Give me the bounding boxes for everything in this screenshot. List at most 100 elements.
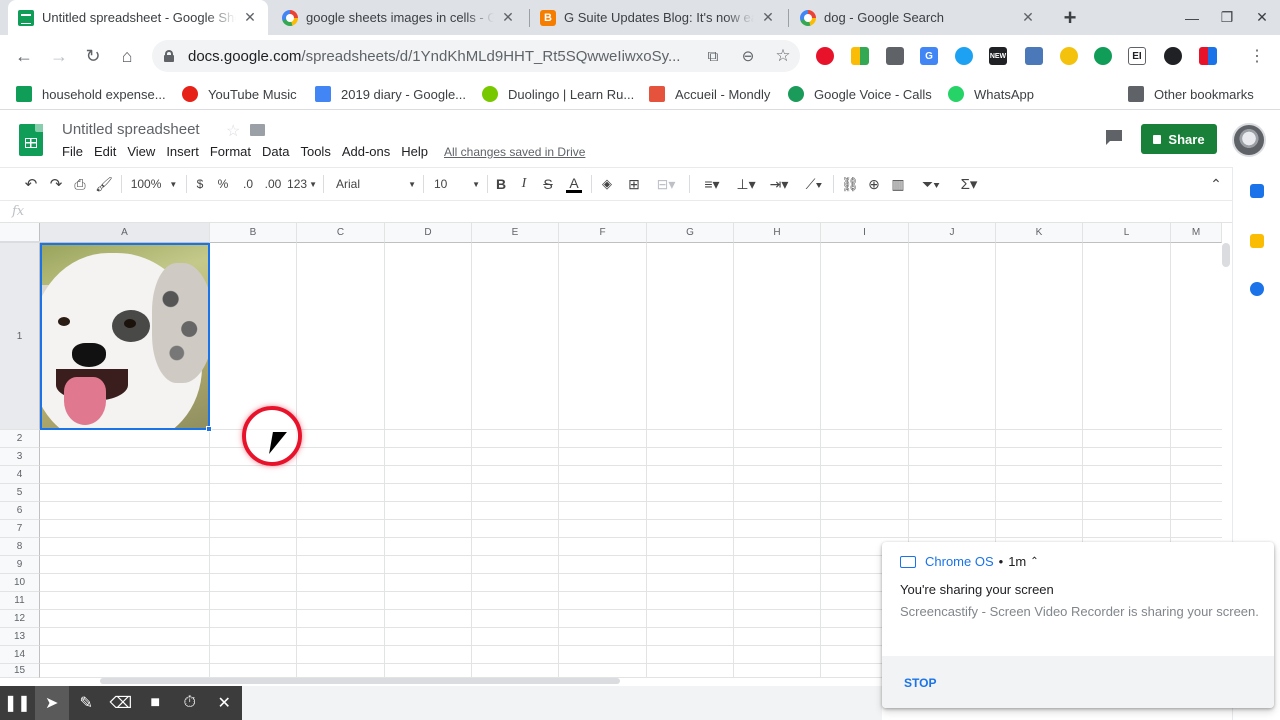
- merge-cells-icon[interactable]: ⊟▾: [652, 175, 680, 193]
- image-extension-icon[interactable]: [1025, 47, 1043, 65]
- tab-dog-search[interactable]: dog - Google Search ✕: [790, 0, 1046, 35]
- currency-button[interactable]: $: [193, 175, 207, 193]
- column-header-f[interactable]: F: [559, 223, 647, 243]
- move-to-folder-icon[interactable]: [250, 124, 265, 136]
- row-header-4[interactable]: 4: [0, 466, 40, 484]
- stop-button[interactable]: STOP: [904, 676, 936, 690]
- row-header-8[interactable]: 8: [0, 538, 40, 556]
- close-tab-icon[interactable]: ✕: [1020, 9, 1036, 26]
- pause-icon[interactable]: ❚❚: [0, 686, 35, 720]
- undo-icon[interactable]: ↶: [22, 175, 40, 193]
- percent-button[interactable]: %: [216, 175, 230, 193]
- calendar-icon[interactable]: [1250, 184, 1264, 198]
- print-icon[interactable]: ⎙: [71, 175, 89, 193]
- selected-cell-a1[interactable]: [40, 243, 210, 430]
- row-header-11[interactable]: 11: [0, 592, 40, 610]
- bookmark-duolingo[interactable]: Duolingo | Learn Ru...: [482, 84, 634, 104]
- fill-handle[interactable]: [206, 426, 212, 432]
- insert-chart-icon[interactable]: ▥: [890, 175, 906, 193]
- bookmark-youtube-music[interactable]: YouTube Music: [182, 84, 297, 104]
- bookmark-whatsapp[interactable]: WhatsApp: [948, 84, 1034, 104]
- row-header-15[interactable]: 15: [0, 664, 40, 678]
- formula-bar[interactable]: [0, 201, 1232, 223]
- keep-extension-icon[interactable]: [886, 47, 904, 65]
- column-header-c[interactable]: C: [297, 223, 385, 243]
- vertical-scrollbar[interactable]: [1222, 243, 1230, 267]
- column-header-k[interactable]: K: [996, 223, 1083, 243]
- column-header-g[interactable]: G: [647, 223, 734, 243]
- insert-comment-icon[interactable]: ⊕: [866, 175, 882, 193]
- menu-view[interactable]: View: [127, 144, 155, 159]
- restore-button[interactable]: ❐: [1209, 0, 1245, 35]
- font-select[interactable]: Arial ▼: [336, 175, 416, 193]
- mondly-extension-icon[interactable]: [1199, 47, 1217, 65]
- close-icon[interactable]: ✕: [207, 686, 242, 720]
- sheets-logo-icon[interactable]: [19, 124, 43, 156]
- row-header-10[interactable]: 10: [0, 574, 40, 592]
- menu-addons[interactable]: Add-ons: [342, 144, 390, 159]
- green-extension-icon[interactable]: [1094, 47, 1112, 65]
- collapse-toolbar-icon[interactable]: ⌃: [1207, 175, 1225, 193]
- italic-button[interactable]: I: [517, 175, 531, 193]
- column-header-i[interactable]: I: [821, 223, 909, 243]
- translate-extension-icon[interactable]: G: [920, 47, 938, 65]
- timer-icon[interactable]: ⏱: [173, 686, 208, 720]
- menu-help[interactable]: Help: [401, 144, 428, 159]
- new-tab-button[interactable]: +: [1052, 0, 1088, 35]
- strikethrough-button[interactable]: S: [541, 175, 555, 193]
- fill-color-icon[interactable]: ◈: [599, 175, 615, 193]
- row-header-14[interactable]: 14: [0, 646, 40, 664]
- screencastify-extension-icon[interactable]: [816, 47, 834, 65]
- bookmark-household-expenses[interactable]: household expense...: [16, 84, 166, 104]
- zoom-icon[interactable]: ⊖: [738, 46, 758, 66]
- bookmark-2019-diary[interactable]: 2019 diary - Google...: [315, 84, 466, 104]
- decrease-decimal-button[interactable]: .0: [239, 175, 257, 193]
- row-header-7[interactable]: 7: [0, 520, 40, 538]
- filter-icon[interactable]: ⏷▾: [916, 175, 946, 193]
- bookmark-google-voice[interactable]: Google Voice - Calls: [788, 84, 932, 104]
- zoom-select[interactable]: 100% ▼: [128, 175, 180, 193]
- column-header-m[interactable]: M: [1171, 223, 1222, 243]
- horizontal-scrollbar[interactable]: [100, 678, 620, 684]
- menu-format[interactable]: Format: [210, 144, 251, 159]
- home-button[interactable]: ⌂: [112, 41, 142, 71]
- row-header-13[interactable]: 13: [0, 628, 40, 646]
- open-in-new-icon[interactable]: ⧉: [703, 46, 723, 66]
- close-tab-icon[interactable]: ✕: [760, 9, 776, 26]
- bookmark-star-icon[interactable]: ☆: [773, 46, 793, 66]
- tab-gsuite-blog[interactable]: B G Suite Updates Blog: It's now easier …: [530, 0, 786, 35]
- new-extension-icon[interactable]: NEW: [989, 47, 1007, 65]
- pen-tool-icon[interactable]: ✎: [69, 686, 104, 720]
- increase-decimal-button[interactable]: .00: [263, 175, 283, 193]
- back-button[interactable]: ←: [9, 41, 39, 71]
- twitter-extension-icon[interactable]: [955, 47, 973, 65]
- fish-extension-icon[interactable]: [1164, 47, 1182, 65]
- minimize-button[interactable]: —: [1174, 0, 1210, 35]
- share-button[interactable]: Share: [1141, 124, 1217, 154]
- close-window-button[interactable]: ✕: [1244, 0, 1280, 35]
- bookmark-mondly[interactable]: Accueil - Mondly: [649, 84, 770, 104]
- chevron-up-icon[interactable]: ⌃: [1030, 556, 1038, 567]
- row-header-9[interactable]: 9: [0, 556, 40, 574]
- select-all-corner[interactable]: [0, 223, 40, 244]
- bold-button[interactable]: B: [494, 175, 508, 193]
- other-bookmarks[interactable]: Other bookmarks: [1128, 84, 1254, 104]
- column-header-l[interactable]: L: [1083, 223, 1171, 243]
- insert-link-icon[interactable]: ⛓: [841, 175, 859, 193]
- column-header-b[interactable]: B: [210, 223, 297, 243]
- row-header-3[interactable]: 3: [0, 448, 40, 466]
- menu-tools[interactable]: Tools: [300, 144, 330, 159]
- webcam-icon[interactable]: ■: [138, 686, 173, 720]
- column-header-a[interactable]: A: [40, 223, 210, 243]
- loop-extension-icon[interactable]: [1060, 47, 1078, 65]
- row-header-12[interactable]: 12: [0, 610, 40, 628]
- save-status[interactable]: All changes saved in Drive: [444, 145, 585, 159]
- forward-button[interactable]: →: [44, 41, 74, 71]
- close-tab-icon[interactable]: ✕: [242, 9, 258, 26]
- row-header-2[interactable]: 2: [0, 430, 40, 448]
- text-wrapping-icon[interactable]: ⇥▾: [766, 175, 792, 193]
- column-header-h[interactable]: H: [734, 223, 821, 243]
- paint-format-icon[interactable]: 🖌: [95, 175, 113, 193]
- column-header-e[interactable]: E: [472, 223, 559, 243]
- chrome-menu-icon[interactable]: ⋮: [1242, 41, 1272, 71]
